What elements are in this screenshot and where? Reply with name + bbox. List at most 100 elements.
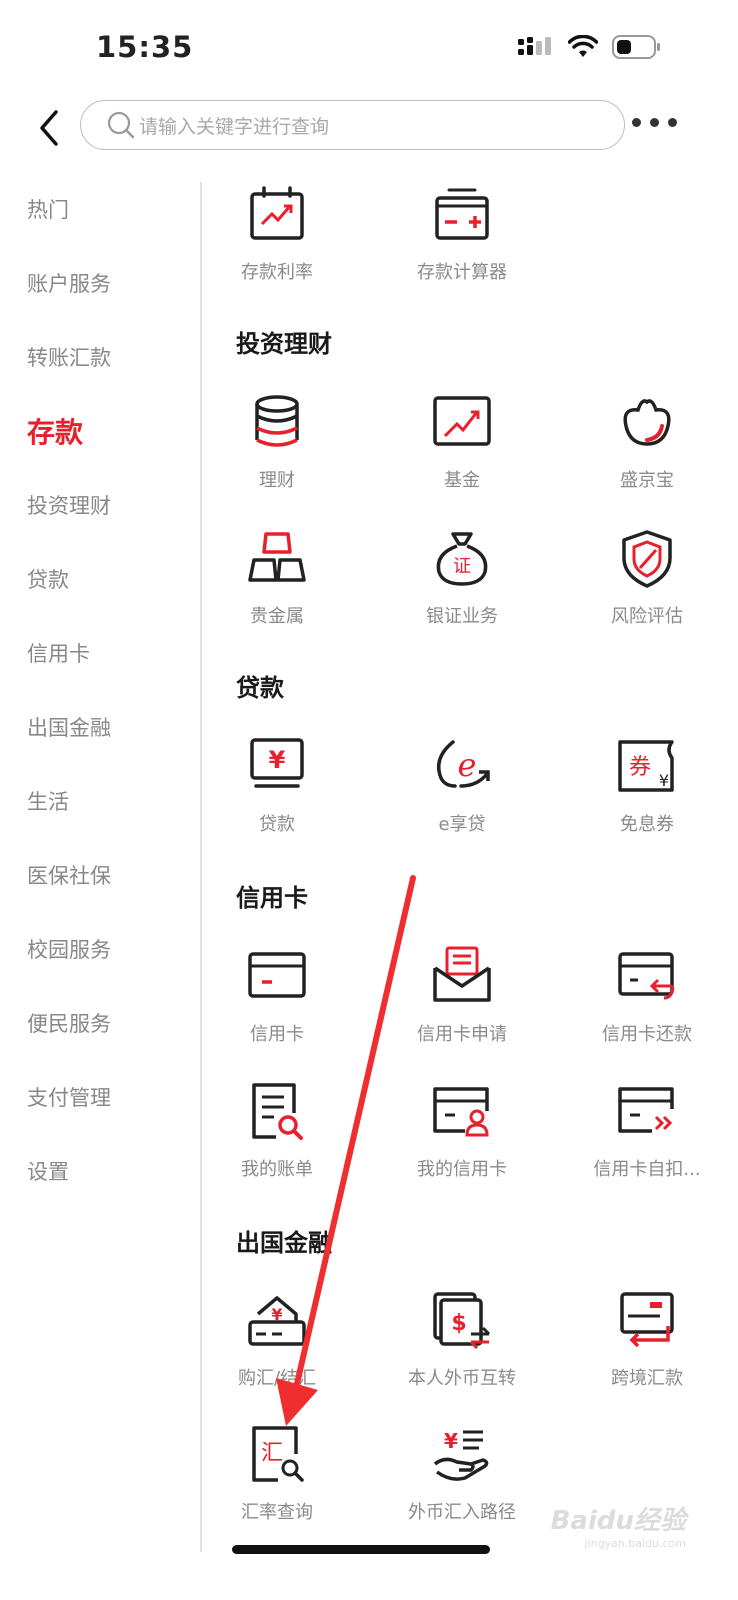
inbound-path-icon: ¥ bbox=[433, 1429, 489, 1481]
grid-item-label: 免息券 bbox=[620, 814, 674, 835]
coin-stack-icon bbox=[255, 395, 299, 447]
battery-icon bbox=[612, 35, 660, 59]
grid-item-cross-border[interactable]: 跨境汇款 bbox=[562, 1290, 732, 1390]
dot-icon bbox=[632, 118, 641, 127]
grid-item-wealth[interactable]: 理财 bbox=[192, 392, 362, 492]
svg-text:¥: ¥ bbox=[659, 771, 669, 790]
grid-item-shengjingbao[interactable]: 盛京宝 bbox=[562, 392, 732, 492]
watermark-text: Baidu经验 bbox=[550, 1506, 686, 1536]
securities-bag-icon: 证 bbox=[436, 532, 488, 586]
svg-text:$: $ bbox=[451, 1311, 466, 1336]
rate-search-icon: 汇 bbox=[252, 1426, 304, 1482]
sidebar-item-transfer[interactable]: 转账汇款 bbox=[0, 320, 200, 394]
grid-item-label: 信用卡自扣... bbox=[593, 1159, 701, 1180]
sidebar-item-hot[interactable]: 热门 bbox=[0, 172, 200, 246]
search-placeholder: 请输入关键字进行查询 bbox=[139, 115, 330, 138]
grid-item-label: 盛京宝 bbox=[620, 470, 674, 491]
grid-item-fx-transfer[interactable]: $ 本人外币互转 bbox=[377, 1290, 547, 1390]
sidebar-item-campus[interactable]: 校园服务 bbox=[0, 912, 200, 986]
grid-item-card-apply[interactable]: 信用卡申请 bbox=[377, 946, 547, 1046]
svg-text:¥: ¥ bbox=[269, 746, 286, 774]
deposit-rate-icon bbox=[250, 186, 304, 240]
sidebar-item-payment[interactable]: 支付管理 bbox=[0, 1060, 200, 1134]
card-repay-icon bbox=[618, 952, 675, 1000]
card-user-icon bbox=[433, 1087, 489, 1137]
dot-icon bbox=[650, 118, 659, 127]
grid-item-label: 外币汇入路径 bbox=[408, 1502, 516, 1523]
grid-item-rate-query[interactable]: 汇 汇率查询 bbox=[192, 1424, 362, 1524]
category-sidebar: 热门 账户服务 转账汇款 存款 投资理财 贷款 信用卡 出国金融 生活 医保社保… bbox=[0, 172, 200, 1208]
sidebar-item-settings[interactable]: 设置 bbox=[0, 1134, 200, 1208]
dot-icon bbox=[668, 118, 677, 127]
grid-item-label: 存款计算器 bbox=[417, 262, 507, 283]
grid-item-label: 本人外币互转 bbox=[408, 1368, 516, 1389]
grid-item-deposit-rate[interactable]: 存款利率 bbox=[192, 184, 362, 284]
grid-item-label: 跨境汇款 bbox=[611, 1368, 683, 1389]
calculator-icon bbox=[435, 188, 489, 240]
grid-item-my-bill[interactable]: 我的账单 bbox=[192, 1081, 362, 1181]
cross-border-icon bbox=[620, 1292, 674, 1348]
grid-item-label: 风险评估 bbox=[611, 606, 683, 627]
treasure-icon bbox=[623, 399, 671, 446]
status-icons bbox=[518, 34, 662, 60]
search-icon bbox=[107, 111, 135, 139]
card-auto-icon bbox=[618, 1087, 674, 1133]
grid-item-label: 我的信用卡 bbox=[417, 1159, 507, 1180]
grid-item-calculator[interactable]: 存款计算器 bbox=[377, 184, 547, 284]
grid-item-label: e享贷 bbox=[438, 814, 486, 835]
search-input[interactable]: 请输入关键字进行查询 bbox=[80, 100, 625, 150]
grid-item-risk[interactable]: 风险评估 bbox=[562, 528, 732, 628]
watermark-sub: jingyan.baidu.com bbox=[584, 1537, 686, 1550]
grid-item-e-loan[interactable]: e e享贷 bbox=[377, 736, 547, 836]
shield-icon bbox=[622, 530, 672, 588]
grid-item-precious-metal[interactable]: 贵金属 bbox=[192, 528, 362, 628]
credit-card-icon bbox=[248, 952, 306, 998]
grid-item-card-autodebit[interactable]: 信用卡自扣... bbox=[562, 1081, 732, 1181]
sidebar-item-account[interactable]: 账户服务 bbox=[0, 246, 200, 320]
signal-icon bbox=[518, 37, 551, 55]
sidebar-item-medical[interactable]: 医保社保 bbox=[0, 838, 200, 912]
svg-text:券: 券 bbox=[629, 755, 651, 780]
grid-item-label: 信用卡申请 bbox=[417, 1024, 507, 1045]
more-button[interactable] bbox=[632, 118, 677, 127]
sidebar-item-loan[interactable]: 贷款 bbox=[0, 542, 200, 616]
grid-item-credit-card[interactable]: 信用卡 bbox=[192, 946, 362, 1046]
grid-item-securities[interactable]: 证 银证业务 bbox=[377, 528, 547, 628]
grid-item-label: 理财 bbox=[259, 470, 295, 491]
back-button[interactable] bbox=[32, 106, 72, 150]
e-loan-icon: e bbox=[437, 740, 490, 788]
sidebar-item-life[interactable]: 生活 bbox=[0, 764, 200, 838]
fund-chart-icon bbox=[433, 396, 491, 446]
coupon-icon: 券 ¥ bbox=[618, 740, 674, 792]
loan-screen-icon: ¥ bbox=[250, 738, 304, 788]
grid-item-label: 信用卡 bbox=[250, 1024, 304, 1045]
sidebar-item-convenience[interactable]: 便民服务 bbox=[0, 986, 200, 1060]
sidebar-item-deposit[interactable]: 存款 bbox=[0, 394, 200, 468]
grid-item-my-card[interactable]: 我的信用卡 bbox=[377, 1081, 547, 1181]
grid-item-label: 信用卡还款 bbox=[602, 1024, 692, 1045]
svg-text:汇: 汇 bbox=[261, 1441, 283, 1466]
section-title-credit-card: 信用卡 bbox=[236, 884, 308, 912]
section-title-loan: 贷款 bbox=[236, 674, 284, 702]
status-time: 15:35 bbox=[96, 30, 194, 64]
grid-item-label: 存款利率 bbox=[241, 262, 313, 283]
svg-text:e: e bbox=[458, 746, 477, 784]
sidebar-item-invest[interactable]: 投资理财 bbox=[0, 468, 200, 542]
grid-item-fx-inbound[interactable]: ¥ 外币汇入路径 bbox=[377, 1424, 547, 1524]
grid-item-label: 购汇/结汇 bbox=[237, 1368, 317, 1389]
section-title-invest: 投资理财 bbox=[236, 330, 332, 358]
envelope-icon bbox=[433, 946, 491, 1002]
grid-item-loan[interactable]: ¥ 贷款 bbox=[192, 736, 362, 836]
grid-item-fx-buy-sell[interactable]: ¥ 购汇/结汇 bbox=[192, 1290, 362, 1390]
grid-item-coupon[interactable]: 券 ¥ 免息券 bbox=[562, 736, 732, 836]
grid-item-label: 基金 bbox=[444, 470, 480, 491]
wifi-icon bbox=[568, 35, 598, 57]
grid-item-card-repay[interactable]: 信用卡还款 bbox=[562, 946, 732, 1046]
grid-item-label: 贵金属 bbox=[250, 606, 304, 627]
grid-item-label: 我的账单 bbox=[241, 1159, 313, 1180]
section-title-abroad: 出国金融 bbox=[236, 1229, 332, 1257]
grid-item-fund[interactable]: 基金 bbox=[377, 392, 547, 492]
sidebar-item-credit-card[interactable]: 信用卡 bbox=[0, 616, 200, 690]
svg-text:¥: ¥ bbox=[444, 1429, 458, 1453]
sidebar-item-abroad[interactable]: 出国金融 bbox=[0, 690, 200, 764]
